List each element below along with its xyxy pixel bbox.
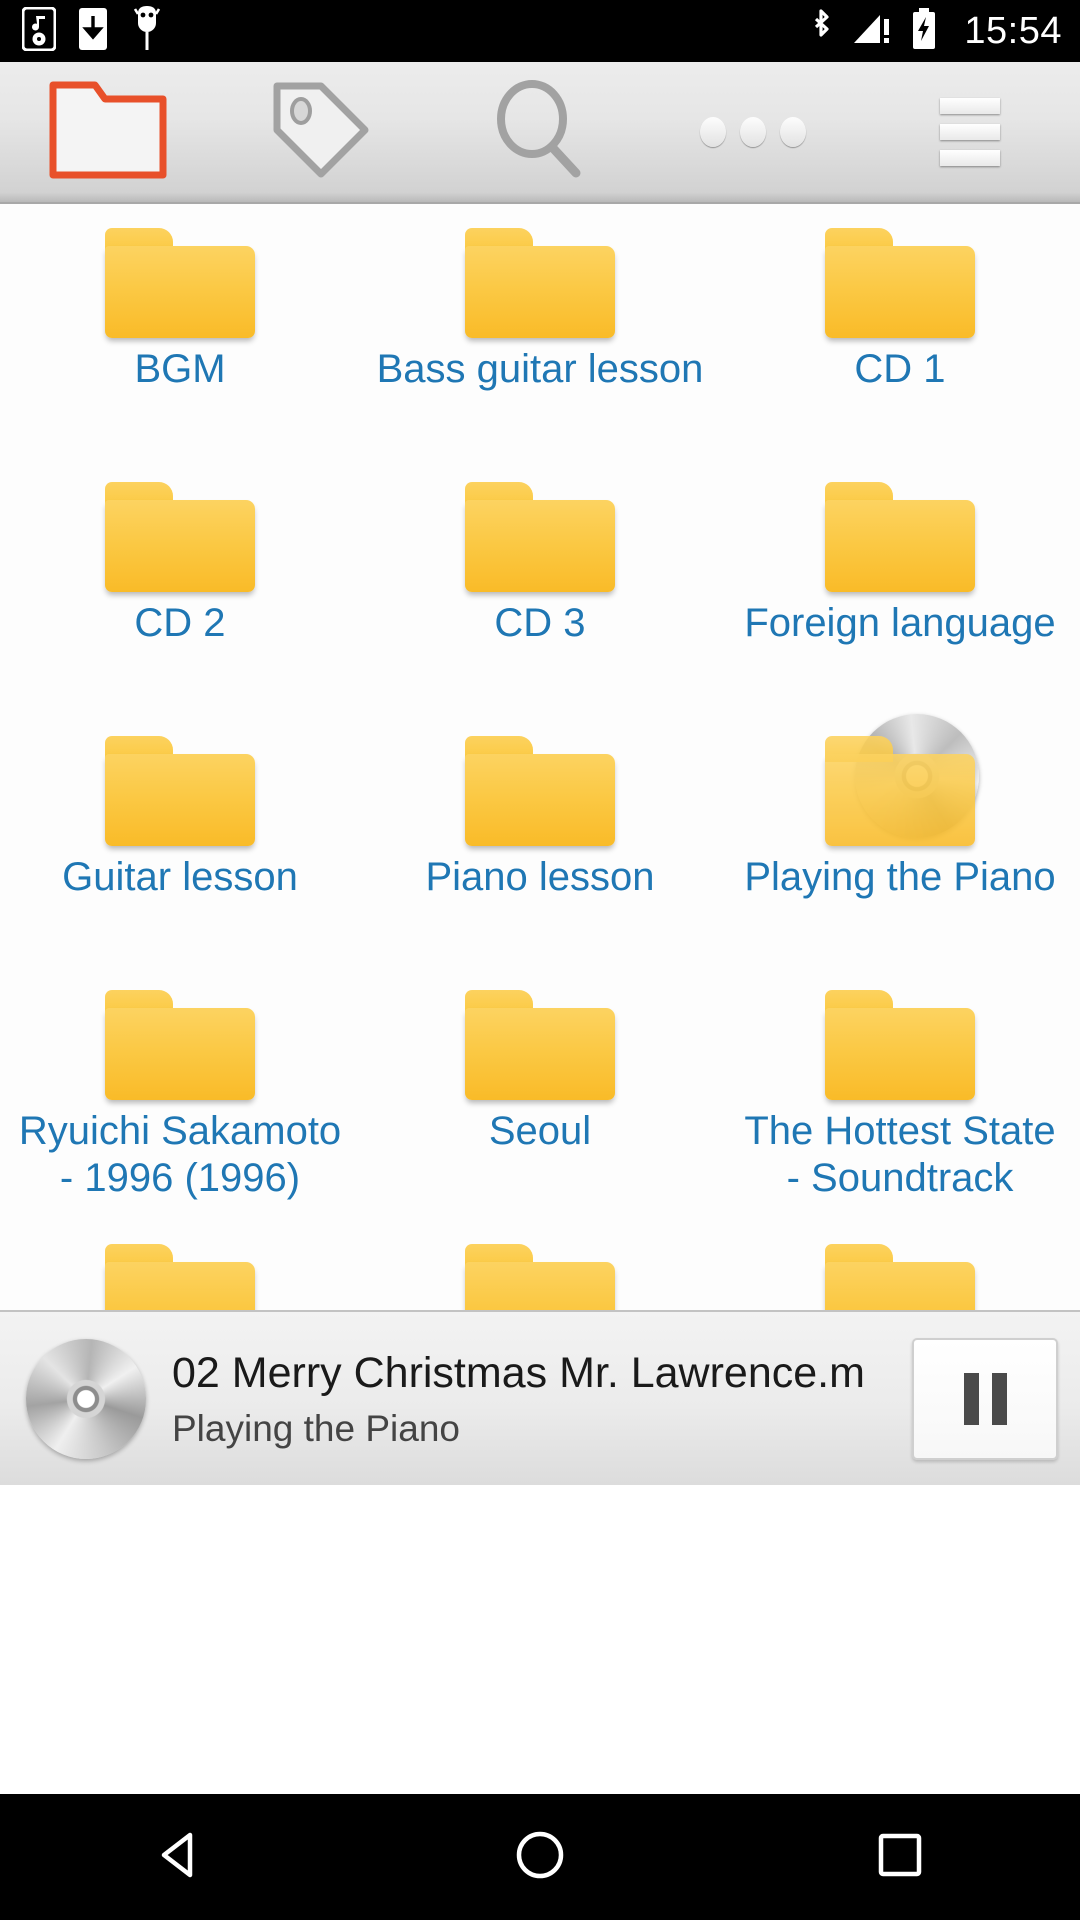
tag-tab[interactable] xyxy=(215,61,430,203)
folder-label: Bass guitar lesson xyxy=(376,347,704,391)
folder-cell[interactable]: Bass guitar lesson xyxy=(360,228,720,482)
folder-icon xyxy=(105,990,255,1100)
folder-cell[interactable] xyxy=(360,1244,720,1310)
battery-charging-icon xyxy=(910,7,938,56)
status-bar-left-icons xyxy=(21,5,164,57)
bluetooth-icon xyxy=(808,7,834,56)
now-playing-title: 02 Merry Christmas Mr. Lawrence.m xyxy=(172,1348,865,1397)
recents-square-icon xyxy=(872,1827,928,1888)
folder-grid-container[interactable]: BGM Bass guitar lesson CD 1 CD 2 CD 3 Foreign… xyxy=(0,204,1080,1310)
recents-button[interactable] xyxy=(800,1794,1000,1920)
android-head-icon xyxy=(130,5,164,57)
search-tab[interactable] xyxy=(430,61,645,203)
status-bar-clock: 15:54 xyxy=(964,9,1062,52)
folder-cell[interactable]: The Hottest State - Soundtrack xyxy=(720,990,1080,1244)
folder-label: Piano lesson xyxy=(425,855,655,899)
signal-warning-icon xyxy=(850,7,894,56)
folder-icon xyxy=(49,81,167,184)
folder-label: Playing the Piano xyxy=(744,855,1056,899)
folder-label: The Hottest State - Soundtrack xyxy=(744,1109,1056,1200)
folder-cell[interactable]: Foreign language xyxy=(720,482,1080,736)
more-dots-icon xyxy=(699,117,806,147)
back-button[interactable] xyxy=(80,1794,280,1920)
folder-icon xyxy=(465,736,615,846)
folder-label: CD 2 xyxy=(134,601,226,645)
android-nav-bar xyxy=(0,1794,1080,1920)
folder-label: Guitar lesson xyxy=(62,855,298,899)
folder-icon xyxy=(825,482,975,592)
folder-label: Seoul xyxy=(488,1109,592,1153)
folder-label: CD 1 xyxy=(854,347,946,391)
folder-cell[interactable]: CD 3 xyxy=(360,482,720,736)
main-toolbar xyxy=(0,62,1080,204)
overflow-tab[interactable] xyxy=(645,61,860,203)
folder-icon xyxy=(465,482,615,592)
folder-label: CD 3 xyxy=(494,601,586,645)
hamburger-menu-icon xyxy=(940,98,1000,166)
app-screen: 15:54 BGM Bass guitar lesson CD 1 CD 2 C… xyxy=(0,0,1080,1920)
folder-cell[interactable]: Ryuichi Sakamoto - 1996 (1996) xyxy=(0,990,360,1244)
folder-icon xyxy=(825,1244,975,1310)
download-icon xyxy=(78,7,108,56)
folder-icon xyxy=(105,482,255,592)
now-playing-bar[interactable]: 02 Merry Christmas Mr. Lawrence.m Playin… xyxy=(0,1310,1080,1485)
folder-label: Ryuichi Sakamoto - 1996 (1996) xyxy=(18,1109,342,1200)
folder-icon xyxy=(105,736,255,846)
folder-icon xyxy=(465,1244,615,1310)
tag-icon xyxy=(269,78,377,187)
folder-icon xyxy=(105,1244,255,1310)
album-art-cd-icon xyxy=(26,1338,146,1459)
folder-cell[interactable]: Guitar lesson xyxy=(0,736,360,990)
folder-label: BGM xyxy=(134,347,226,391)
status-bar-right-icons: 15:54 xyxy=(808,7,1062,56)
back-triangle-icon xyxy=(152,1827,208,1888)
folder-cell[interactable]: Piano lesson xyxy=(360,736,720,990)
folder-tab[interactable] xyxy=(0,61,215,203)
folder-icon xyxy=(465,990,615,1100)
menu-tab[interactable] xyxy=(860,61,1080,203)
now-playing-text: 02 Merry Christmas Mr. Lawrence.m Playin… xyxy=(172,1349,908,1449)
folder-grid: BGM Bass guitar lesson CD 1 CD 2 CD 3 Foreign… xyxy=(0,204,1080,1310)
home-circle-icon xyxy=(512,1827,568,1888)
folder-cell[interactable]: Playing the Piano xyxy=(720,714,1080,990)
folder-icon xyxy=(825,990,975,1100)
folder-cd-icon xyxy=(825,714,979,846)
folder-icon xyxy=(825,228,975,338)
now-playing-subtitle: Playing the Piano xyxy=(172,1408,460,1449)
home-button[interactable] xyxy=(440,1794,640,1920)
status-bar: 15:54 xyxy=(0,0,1080,62)
music-player-icon xyxy=(21,6,57,56)
pause-icon xyxy=(963,1372,1007,1425)
folder-cell[interactable]: CD 2 xyxy=(0,482,360,736)
folder-label: Foreign language xyxy=(744,601,1056,645)
folder-cell[interactable]: BGM xyxy=(0,228,360,482)
folder-icon xyxy=(465,228,615,338)
pause-button[interactable] xyxy=(912,1337,1058,1460)
folder-icon xyxy=(105,228,255,338)
search-icon xyxy=(486,77,590,188)
folder-cell[interactable]: Seoul xyxy=(360,990,720,1244)
folder-cell[interactable] xyxy=(720,1244,1080,1310)
folder-cell[interactable]: CD 1 xyxy=(720,228,1080,482)
folder-cell[interactable] xyxy=(0,1244,360,1310)
